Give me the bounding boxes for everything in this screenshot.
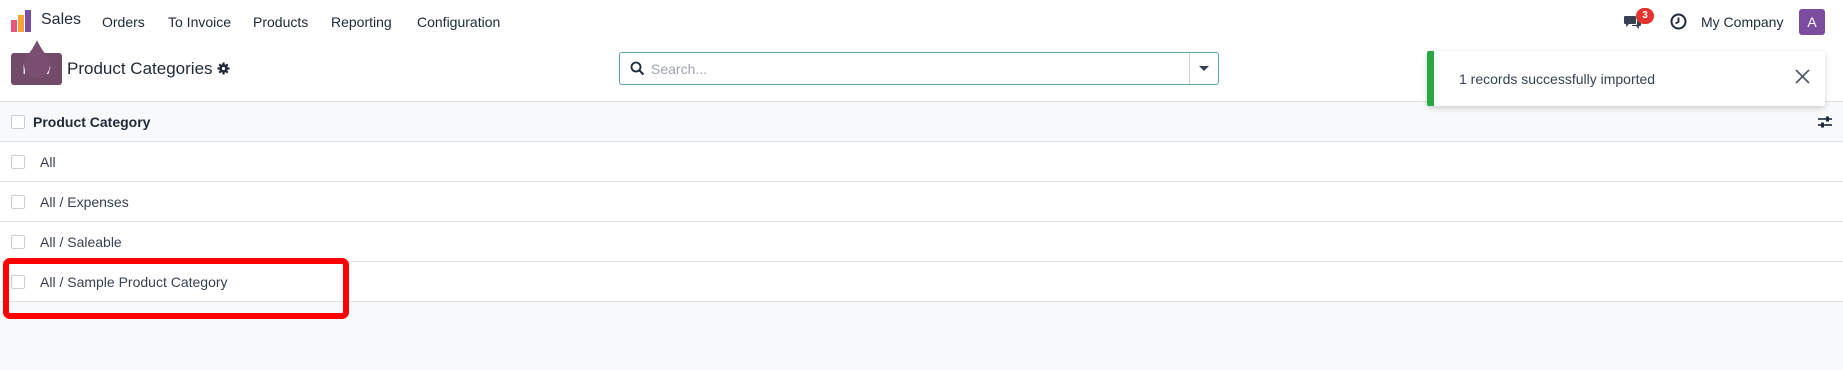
category-name: All bbox=[40, 154, 56, 170]
menu-products[interactable]: Products bbox=[253, 14, 308, 30]
category-name: All / Saleable bbox=[40, 234, 122, 250]
table-row[interactable]: All bbox=[0, 142, 1843, 182]
table-row[interactable]: All / Sample Product Category bbox=[0, 262, 1843, 302]
row-checkbox[interactable] bbox=[11, 235, 25, 249]
clock-icon[interactable] bbox=[1670, 13, 1687, 30]
success-notification: 1 records successfully imported bbox=[1427, 51, 1825, 106]
message-count-badge: 3 bbox=[1636, 8, 1654, 24]
optional-columns-icon[interactable] bbox=[1817, 115, 1833, 129]
sales-app-icon[interactable] bbox=[11, 10, 31, 32]
search-bar bbox=[619, 52, 1219, 85]
page-title: Product Categories bbox=[67, 59, 213, 78]
user-avatar[interactable]: A bbox=[1799, 9, 1825, 35]
column-header-product-category[interactable]: Product Category bbox=[33, 114, 150, 130]
row-checkbox[interactable] bbox=[11, 275, 25, 289]
menu-orders[interactable]: Orders bbox=[102, 14, 145, 30]
menu-reporting[interactable]: Reporting bbox=[331, 14, 392, 30]
app-name[interactable]: Sales bbox=[41, 11, 81, 29]
click-indicator-icon bbox=[24, 40, 50, 78]
menu-configuration[interactable]: Configuration bbox=[417, 14, 500, 30]
table-row[interactable]: All / Expenses bbox=[0, 182, 1843, 222]
menu-to-invoice[interactable]: To Invoice bbox=[168, 14, 231, 30]
select-all-checkbox[interactable] bbox=[11, 115, 25, 129]
table-row[interactable]: All / Saleable bbox=[0, 222, 1843, 262]
company-switcher[interactable]: My Company bbox=[1701, 14, 1783, 30]
product-category-list: Product Category All All / Expenses All … bbox=[0, 102, 1843, 302]
notification-message: 1 records successfully imported bbox=[1459, 71, 1656, 87]
row-checkbox[interactable] bbox=[11, 195, 25, 209]
gear-icon[interactable] bbox=[217, 62, 230, 75]
search-options-toggle[interactable] bbox=[1189, 53, 1218, 84]
list-header: Product Category bbox=[0, 102, 1843, 142]
category-name: All / Sample Product Category bbox=[40, 274, 228, 290]
top-navbar: Sales Orders To Invoice Products Reporti… bbox=[0, 0, 1843, 43]
row-checkbox[interactable] bbox=[11, 155, 25, 169]
close-icon[interactable] bbox=[1794, 68, 1811, 85]
search-input[interactable] bbox=[651, 53, 1185, 84]
category-name: All / Expenses bbox=[40, 194, 129, 210]
search-icon bbox=[630, 61, 645, 76]
